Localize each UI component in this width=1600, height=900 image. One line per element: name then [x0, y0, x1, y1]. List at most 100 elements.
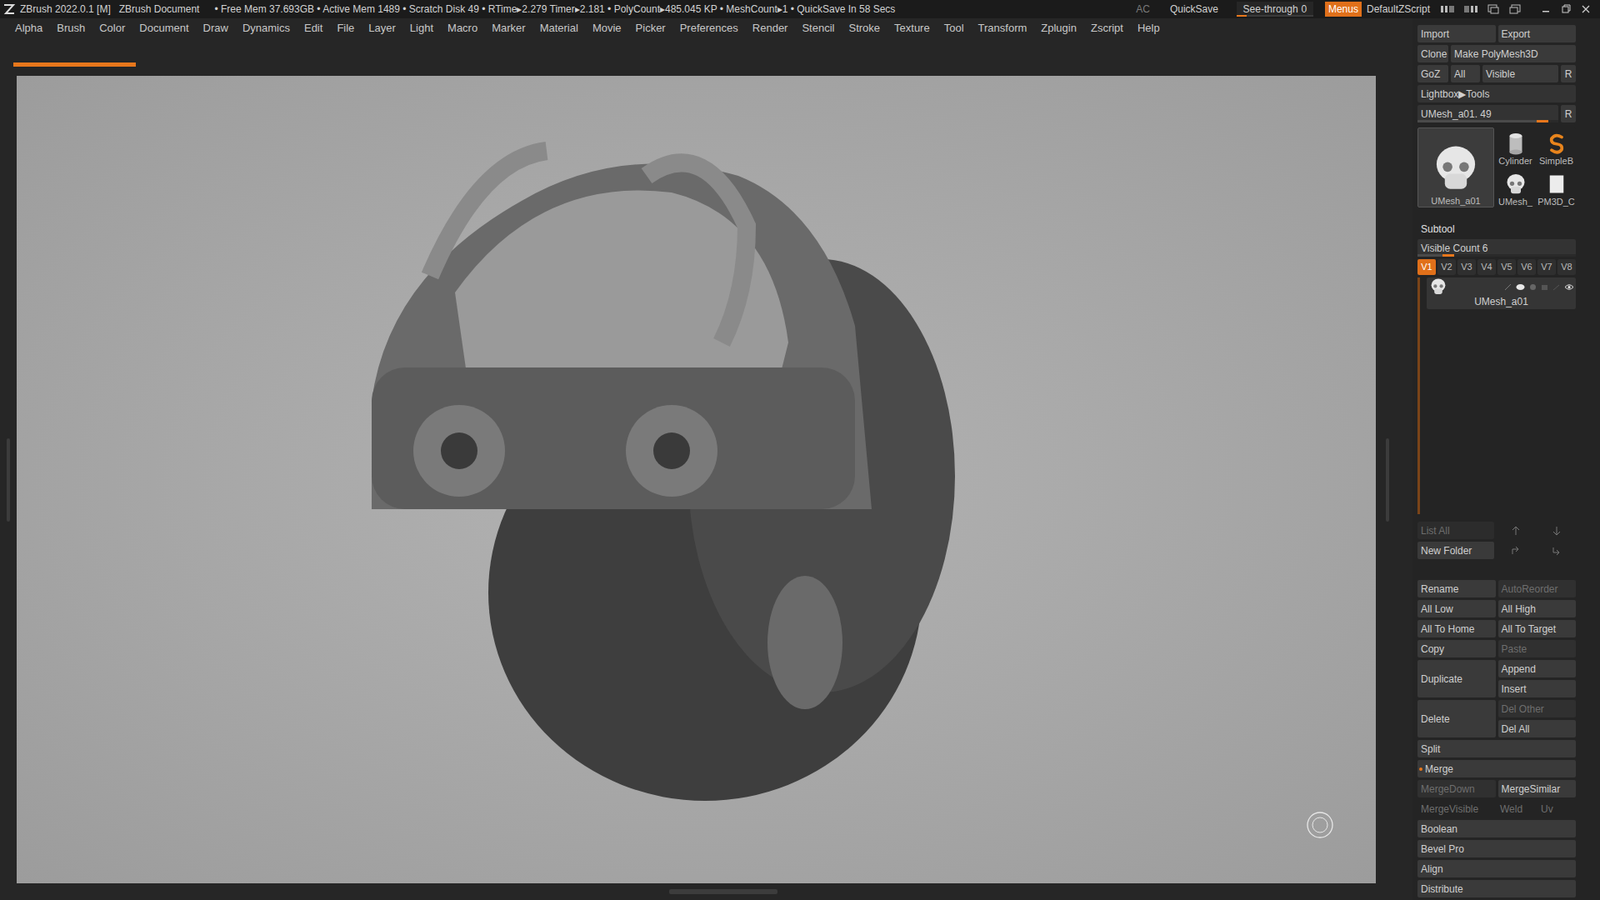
menu-item[interactable]: Stroke — [848, 20, 880, 37]
close-icon[interactable] — [1580, 3, 1592, 15]
version-button[interactable]: V7 — [1537, 259, 1556, 275]
reset-button[interactable]: R — [1560, 105, 1576, 123]
move-up-icon[interactable] — [1496, 541, 1535, 560]
menu-item[interactable]: Brush — [56, 20, 85, 37]
list-all-button[interactable]: List All — [1417, 521, 1495, 540]
panel-button[interactable]: R — [1560, 65, 1576, 83]
quicksave-button[interactable]: QuickSave — [1170, 1, 1219, 17]
subtool-item[interactable]: UMesh_a01 — [1426, 277, 1576, 310]
panel-button[interactable]: Clone — [1417, 45, 1449, 63]
menu-item[interactable]: Light — [410, 20, 434, 37]
menu-item[interactable]: Layer — [368, 20, 396, 37]
tool-thumbnail[interactable]: UMesh_ — [1495, 168, 1535, 208]
action-button[interactable]: Split — [1417, 740, 1576, 758]
layout-b-icon[interactable] — [1463, 4, 1479, 15]
action-button[interactable]: Paste — [1498, 640, 1577, 658]
eye-icon[interactable] — [1564, 283, 1575, 291]
action-button[interactable]: All To Home — [1417, 620, 1496, 638]
layout-a-icon[interactable] — [1440, 4, 1455, 15]
arrow-down-icon[interactable] — [1537, 521, 1576, 540]
menu-item[interactable]: Draw — [203, 20, 229, 37]
version-button[interactable]: V5 — [1497, 259, 1516, 275]
lock-icon[interactable] — [1552, 283, 1560, 291]
action-button[interactable]: Copy — [1417, 640, 1496, 658]
tool-slider[interactable]: UMesh_a01. 49 — [1417, 105, 1559, 123]
menu-item[interactable]: Texture — [894, 20, 930, 37]
navigation-gizmo-icon[interactable] — [1305, 810, 1335, 840]
tool-thumbnail[interactable]: UMesh_a01 — [1417, 127, 1495, 208]
panel-button[interactable]: GoZ — [1417, 65, 1449, 83]
version-button[interactable]: V6 — [1517, 259, 1536, 275]
panel-button[interactable]: All — [1450, 65, 1480, 83]
menu-item[interactable]: Document — [139, 20, 189, 37]
menu-item[interactable]: Stencil — [801, 20, 835, 37]
menu-item[interactable]: Zplugin — [1040, 20, 1077, 37]
bottom-handle[interactable] — [669, 889, 778, 895]
menu-item[interactable]: Color — [99, 20, 125, 37]
menu-item[interactable]: Macro — [447, 20, 478, 37]
menu-item[interactable]: Material — [540, 20, 579, 37]
tool-thumbnail[interactable]: SimpleB — [1536, 127, 1576, 167]
action-button[interactable]: MergeSimilar — [1498, 780, 1577, 798]
menu-item[interactable]: Zscript — [1090, 20, 1124, 37]
action-button[interactable]: AutoReorder — [1498, 580, 1577, 598]
window-alt-icon[interactable] — [1508, 3, 1522, 15]
version-button[interactable]: V4 — [1477, 259, 1496, 275]
menu-item[interactable]: Help — [1137, 20, 1160, 37]
arrow-up-icon[interactable] — [1496, 521, 1535, 540]
action-button[interactable]: Append — [1498, 660, 1577, 678]
move-down-icon[interactable] — [1537, 541, 1576, 560]
brush-icon[interactable] — [1504, 283, 1512, 291]
action-button[interactable]: Distribute — [1417, 880, 1576, 898]
polypaint-icon[interactable] — [1515, 283, 1525, 291]
action-button[interactable]: Del All — [1498, 720, 1577, 738]
panel-button[interactable]: Make PolyMesh3D — [1450, 45, 1576, 63]
action-button[interactable]: Uv — [1537, 800, 1576, 818]
see-through-slider[interactable]: See-through0 — [1236, 1, 1314, 17]
action-button[interactable]: All Low — [1417, 600, 1496, 618]
tool-thumbnail[interactable]: PM3D_C — [1536, 168, 1576, 208]
action-button[interactable]: Insert — [1498, 680, 1577, 698]
panel-button[interactable]: Import — [1417, 25, 1496, 43]
lightbox-tools-button[interactable]: Lightbox▶Tools — [1417, 85, 1576, 103]
action-button[interactable]: Bevel Pro — [1417, 840, 1576, 858]
version-button[interactable]: V2 — [1437, 259, 1456, 275]
folder-icon[interactable] — [1540, 283, 1549, 291]
menu-item[interactable]: Transform — [978, 20, 1028, 37]
menu-item[interactable]: Movie — [592, 20, 622, 37]
tool-thumbnail[interactable]: Cylinder — [1495, 127, 1535, 167]
action-button[interactable]: Rename — [1417, 580, 1496, 598]
menu-item[interactable]: Alpha — [15, 20, 43, 37]
action-button[interactable]: Weld — [1496, 800, 1535, 818]
tool-slider-knob[interactable] — [1536, 120, 1549, 123]
menu-item[interactable]: Dynamics — [242, 20, 290, 37]
visible-count-slider-knob[interactable] — [1442, 254, 1455, 257]
action-button[interactable]: Del Other — [1498, 700, 1577, 718]
right-handle[interactable] — [1385, 438, 1390, 522]
action-button[interactable]: All High — [1498, 600, 1577, 618]
menus-button[interactable]: Menus — [1325, 1, 1362, 17]
material-icon[interactable] — [1529, 283, 1537, 291]
version-button[interactable]: V3 — [1457, 259, 1476, 275]
panel-button[interactable]: Export — [1498, 25, 1577, 43]
action-button[interactable]: MergeDown — [1417, 780, 1496, 798]
menu-item[interactable]: Tool — [944, 20, 965, 37]
default-zscript[interactable]: DefaultZScript — [1366, 1, 1430, 17]
subtool-scrollbar[interactable] — [1417, 277, 1420, 515]
action-button[interactable]: Duplicate — [1417, 660, 1496, 698]
menu-item[interactable]: Preferences — [680, 20, 739, 37]
action-button[interactable]: Merge — [1417, 760, 1576, 778]
menu-item[interactable]: Render — [752, 20, 789, 37]
action-button[interactable]: All To Target — [1498, 620, 1577, 638]
panel-button[interactable]: Visible — [1482, 65, 1559, 83]
action-button[interactable]: Delete — [1417, 700, 1496, 738]
minimize-icon[interactable] — [1540, 3, 1552, 15]
model-render[interactable] — [355, 125, 1005, 818]
subtool-header[interactable]: Subtool — [1417, 221, 1576, 237]
action-button[interactable]: MergeVisible — [1417, 800, 1495, 818]
action-button[interactable]: Boolean — [1417, 820, 1576, 838]
menu-item[interactable]: File — [336, 20, 355, 37]
restore-icon[interactable] — [1560, 3, 1572, 15]
version-button[interactable]: V1 — [1417, 259, 1436, 275]
menu-item[interactable]: Marker — [491, 20, 525, 37]
